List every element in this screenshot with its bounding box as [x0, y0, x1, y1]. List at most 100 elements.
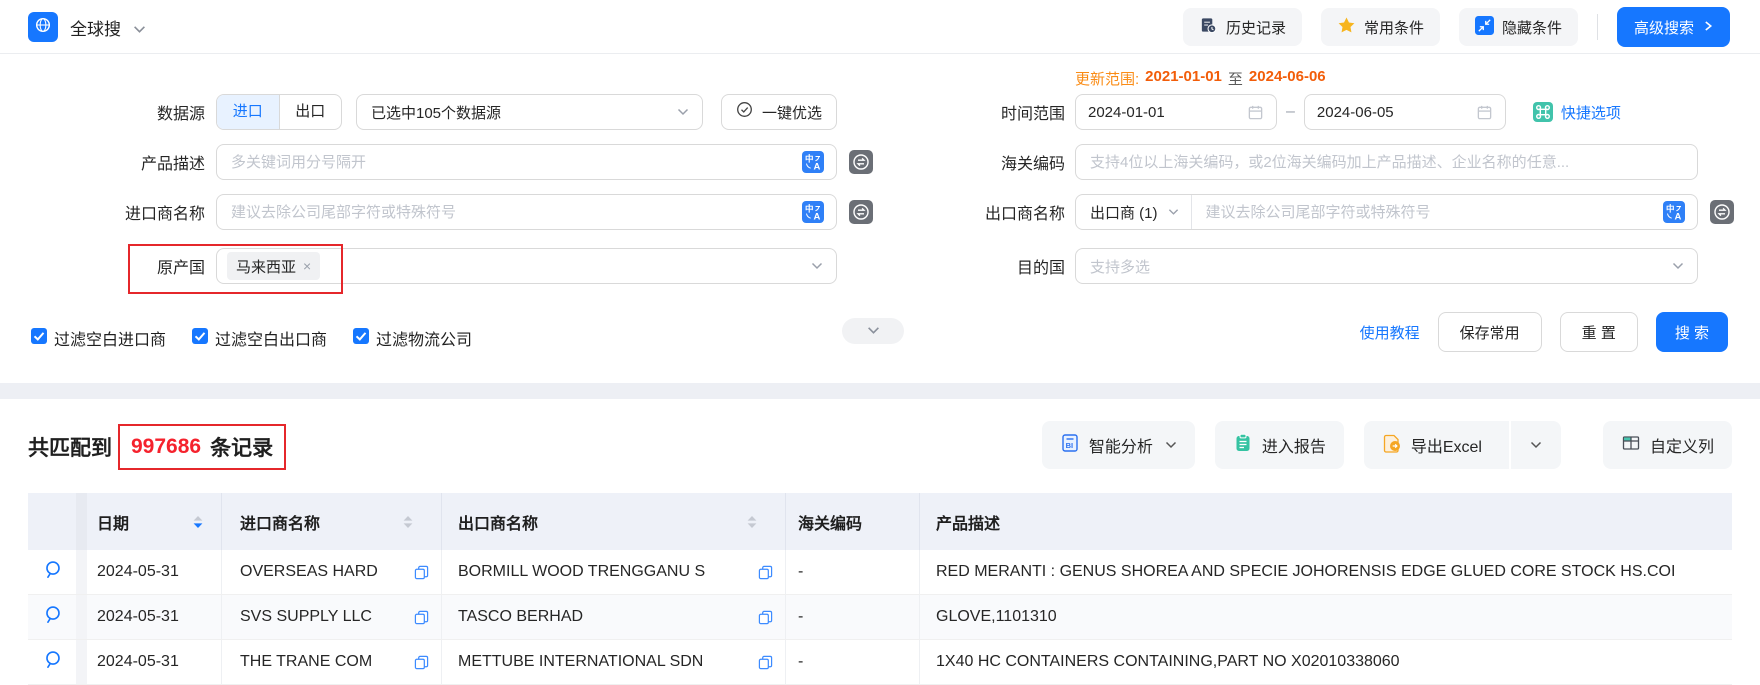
- copy-icon[interactable]: [758, 655, 773, 670]
- save-conditions-button[interactable]: 保存常用: [1438, 312, 1542, 352]
- update-range-end: 2024-06-06: [1249, 68, 1326, 89]
- match-prefix: 共匹配到: [28, 432, 112, 462]
- copy-icon[interactable]: [758, 610, 773, 625]
- exporter-type-select[interactable]: 出口商 (1): [1076, 195, 1192, 229]
- header-date[interactable]: 日期: [87, 493, 222, 550]
- header-exporter[interactable]: 出口商名称: [442, 493, 786, 550]
- frozen-column-divider: [76, 550, 87, 594]
- sort-carets-icon[interactable]: [403, 516, 413, 528]
- one-click-select-button[interactable]: 一键优选: [721, 94, 837, 130]
- exporter-input[interactable]: [1206, 204, 1653, 221]
- copy-icon[interactable]: [414, 655, 429, 670]
- translate-icon[interactable]: 中A: [1663, 201, 1685, 223]
- highlight-box-count: 997686 条记录: [118, 424, 286, 470]
- table-row: 2024-05-31 THE TRANE COM METTUBE INTERNA…: [28, 640, 1732, 685]
- one-click-label: 一键优选: [762, 102, 822, 123]
- data-source-select[interactable]: 已选中105个数据源: [356, 94, 703, 130]
- start-date-input[interactable]: [1075, 94, 1277, 130]
- calendar-icon[interactable]: [1247, 104, 1264, 121]
- translate-icon[interactable]: 中A: [802, 151, 824, 173]
- end-date-input[interactable]: [1304, 94, 1506, 130]
- tab-export[interactable]: 出口: [279, 95, 342, 129]
- calendar-icon[interactable]: [1476, 104, 1493, 121]
- product-desc-input[interactable]: [231, 154, 792, 171]
- data-source-label: 数据源: [28, 100, 205, 124]
- cell-product: RED MERANTI : GENUS SHOREA AND SPECIE JO…: [920, 550, 1732, 594]
- origin-country-select[interactable]: 马来西亚 ×: [216, 248, 837, 284]
- reset-button[interactable]: 重 置: [1560, 312, 1638, 352]
- header-importer-label: 进口商名称: [240, 510, 320, 534]
- filter-blank-exporter-checkbox[interactable]: 过滤空白出口商: [192, 326, 327, 350]
- collapse-icon: [1475, 16, 1494, 39]
- match-count: 997686: [131, 435, 201, 459]
- update-range-separator: 至: [1228, 68, 1243, 89]
- hide-conditions-label: 隐藏条件: [1502, 17, 1562, 38]
- checkbox-checked-icon: [31, 328, 47, 349]
- filter-label: 过滤空白出口商: [215, 326, 327, 350]
- bi-document-icon: BI: [1060, 433, 1080, 458]
- table-row: 2024-05-31 SVS SUPPLY LLC TASCO BERHAD -…: [28, 595, 1732, 640]
- custom-columns-button[interactable]: 自定义列: [1603, 421, 1732, 469]
- filter-logistics-checkbox[interactable]: 过滤物流公司: [353, 326, 472, 350]
- history-button[interactable]: 历史记录: [1183, 8, 1302, 46]
- filter-blank-importer-checkbox[interactable]: 过滤空白进口商: [31, 326, 166, 350]
- app-logo: [28, 12, 58, 42]
- chevron-down-icon[interactable]: [133, 21, 146, 39]
- collapse-form-button[interactable]: [842, 318, 904, 344]
- chevron-down-icon: [1168, 203, 1179, 221]
- export-excel-button[interactable]: 导出Excel: [1364, 421, 1500, 469]
- table-row: 2024-05-31 OVERSEAS HARD BORMILL WOOD TR…: [28, 550, 1732, 595]
- update-range-start: 2021-01-01: [1145, 68, 1222, 89]
- export-options-button[interactable]: [1509, 421, 1561, 469]
- start-date-value[interactable]: [1088, 104, 1247, 121]
- data-source-selected: 已选中105个数据源: [371, 102, 501, 123]
- copy-icon[interactable]: [414, 565, 429, 580]
- filter-label: 过滤空白进口商: [54, 326, 166, 350]
- destination-select[interactable]: 支持多选: [1075, 248, 1698, 284]
- advanced-search-button[interactable]: 高级搜索: [1617, 7, 1730, 47]
- smart-analysis-button[interactable]: BI 智能分析: [1042, 421, 1195, 469]
- row-search-icon[interactable]: [42, 559, 63, 585]
- search-button[interactable]: 搜 索: [1656, 312, 1728, 352]
- favorites-button[interactable]: 常用条件: [1321, 8, 1440, 46]
- sort-carets-icon[interactable]: [747, 516, 757, 528]
- row-search-icon[interactable]: [42, 604, 63, 630]
- date-range-dash: –: [1286, 103, 1295, 121]
- chevron-down-icon: [1165, 436, 1177, 454]
- copy-icon[interactable]: [414, 610, 429, 625]
- results-summary: 共匹配到 997686 条记录: [28, 423, 286, 471]
- filter-label: 过滤物流公司: [376, 326, 472, 350]
- enter-report-button[interactable]: 进入报告: [1215, 421, 1344, 469]
- chevron-down-icon: [1672, 257, 1684, 275]
- quick-options-link[interactable]: 快捷选项: [1561, 102, 1621, 123]
- page-title: 全球搜: [70, 0, 121, 54]
- importer-input[interactable]: [231, 204, 792, 221]
- frozen-column-divider: [76, 493, 87, 550]
- hs-code-input[interactable]: [1090, 154, 1683, 171]
- tab-import[interactable]: 进口: [217, 95, 279, 129]
- translate-icon[interactable]: 中A: [802, 201, 824, 223]
- swap-arrows-icon[interactable]: [1710, 200, 1734, 224]
- frozen-column-divider: [76, 640, 87, 684]
- destination-label: 目的国: [868, 254, 1065, 278]
- chevron-down-icon: [677, 103, 689, 121]
- time-range-label: 时间范围: [868, 100, 1065, 124]
- sort-carets-icon[interactable]: [193, 516, 203, 528]
- tutorial-link[interactable]: 使用教程: [1360, 322, 1420, 343]
- row-search-icon[interactable]: [42, 649, 63, 675]
- product-desc-label: 产品描述: [28, 150, 205, 174]
- copy-icon[interactable]: [758, 565, 773, 580]
- update-range-label: 更新范围:: [1075, 68, 1139, 89]
- hs-code-field: [1075, 144, 1698, 180]
- close-icon[interactable]: ×: [303, 258, 311, 274]
- svg-text:中: 中: [805, 204, 814, 214]
- custom-columns-label: 自定义列: [1650, 433, 1714, 457]
- header-search-column: [28, 493, 76, 550]
- header-importer[interactable]: 进口商名称: [222, 493, 442, 550]
- end-date-value[interactable]: [1317, 104, 1476, 121]
- top-bar: 全球搜 历史记录 常用条件 隐藏条件 高级搜索: [0, 0, 1760, 54]
- export-excel-label: 导出Excel: [1411, 433, 1482, 457]
- product-desc-field: 中A: [216, 144, 837, 180]
- advanced-search-label: 高级搜索: [1634, 17, 1694, 38]
- hide-conditions-button[interactable]: 隐藏条件: [1459, 8, 1578, 46]
